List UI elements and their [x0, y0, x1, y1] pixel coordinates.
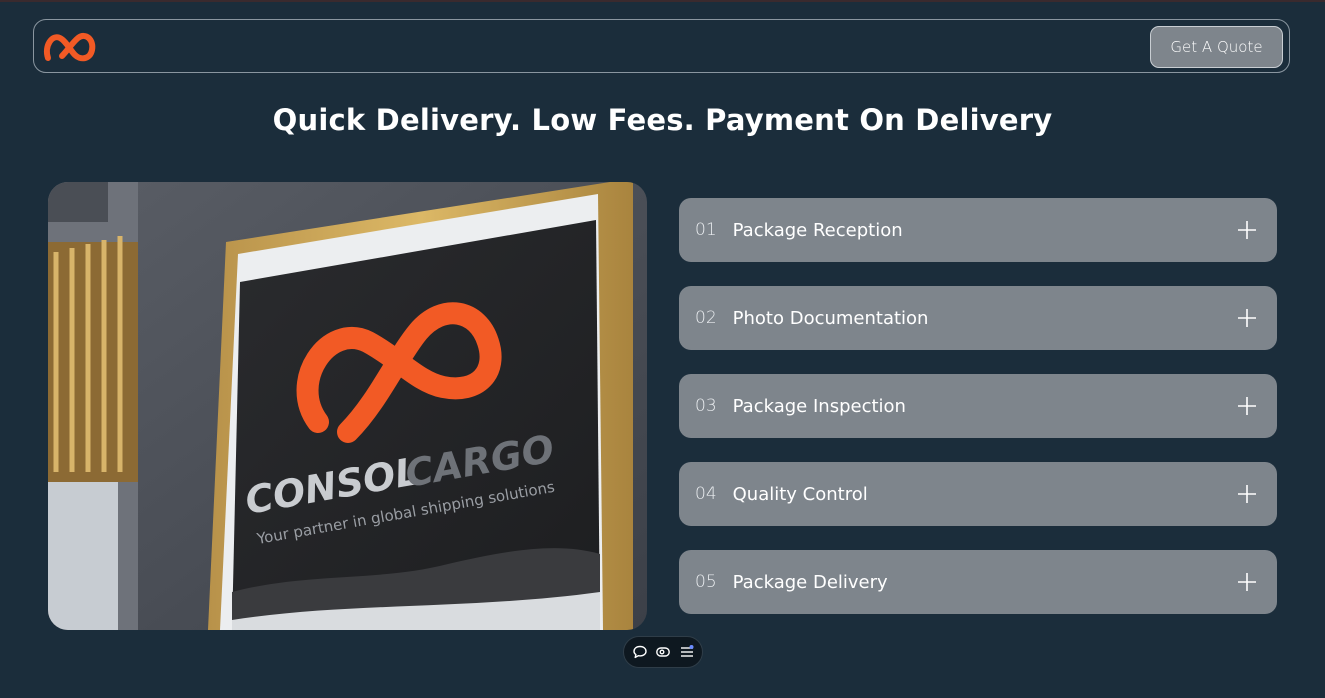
step-photo-documentation[interactable]: 02 Photo Documentation	[679, 286, 1277, 350]
step-title: Package Reception	[732, 219, 903, 241]
step-number: 02	[695, 308, 717, 328]
eye-icon[interactable]	[655, 644, 671, 660]
step-title: Photo Documentation	[732, 307, 929, 329]
floating-toolbar	[623, 636, 703, 668]
step-package-delivery[interactable]: 05 Package Delivery	[679, 550, 1277, 614]
navbar: Get A Quote	[33, 19, 1290, 73]
step-package-reception[interactable]: 01 Package Reception	[679, 198, 1277, 262]
comment-icon[interactable]	[632, 644, 648, 660]
step-title: Package Delivery	[732, 571, 888, 593]
sliders-icon[interactable]	[679, 644, 695, 660]
plus-icon[interactable]	[1237, 572, 1257, 592]
get-quote-button[interactable]: Get A Quote	[1150, 26, 1283, 68]
top-edge-line	[0, 0, 1325, 2]
step-title: Quality Control	[732, 483, 868, 505]
step-number: 05	[695, 572, 717, 592]
step-number: 04	[695, 484, 717, 504]
step-title: Package Inspection	[732, 395, 906, 417]
page-headline: Quick Delivery. Low Fees. Payment On Del…	[272, 103, 1053, 137]
brand-logo-icon[interactable]	[42, 30, 100, 64]
step-number: 03	[695, 396, 717, 416]
plus-icon[interactable]	[1237, 220, 1257, 240]
step-quality-control[interactable]: 04 Quality Control	[679, 462, 1277, 526]
step-package-inspection[interactable]: 03 Package Inspection	[679, 374, 1277, 438]
plus-icon[interactable]	[1237, 484, 1257, 504]
plus-icon[interactable]	[1237, 396, 1257, 416]
plus-icon[interactable]	[1237, 308, 1257, 328]
hero-image: CONSOL CARGO Your partner in global ship…	[48, 182, 647, 630]
step-number: 01	[695, 220, 717, 240]
billboard-illustration: CONSOL CARGO Your partner in global ship…	[48, 182, 647, 630]
process-steps-list: 01 Package Reception 02 Photo Documentat…	[679, 198, 1277, 638]
